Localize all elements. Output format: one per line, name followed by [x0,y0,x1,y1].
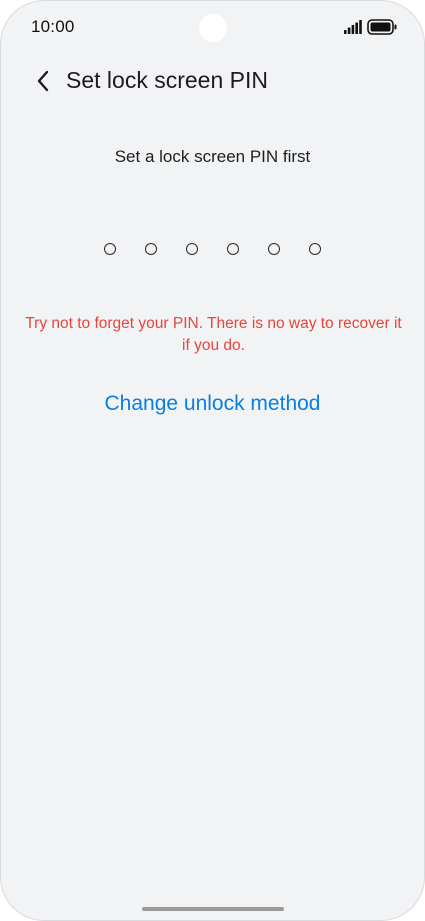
pin-dot [186,243,198,255]
back-button[interactable] [27,65,59,97]
pin-dot [309,243,321,255]
pin-dot [104,243,116,255]
pin-dots [1,243,424,255]
pin-prompt: Set a lock screen PIN first [114,147,311,166]
home-indicator[interactable] [142,907,284,911]
pin-dot [268,243,280,255]
chevron-left-icon [37,70,49,92]
status-bar: 10:00 [1,1,424,55]
battery-icon [367,19,397,35]
change-unlock-method-link[interactable]: Change unlock method [1,392,424,416]
page-title: Set lock screen PIN [66,67,268,93]
phone-screen: 10:00 Set lock screen PIN Set a lock scr… [0,0,425,921]
pin-dot [145,243,157,255]
status-time: 10:00 [31,17,75,36]
pin-warning: Try not to forget your PIN. There is no … [25,315,402,354]
signal-icon [344,20,362,34]
top-bar: Set lock screen PIN [1,59,424,105]
camera-cutout [199,14,227,42]
pin-dot [227,243,239,255]
